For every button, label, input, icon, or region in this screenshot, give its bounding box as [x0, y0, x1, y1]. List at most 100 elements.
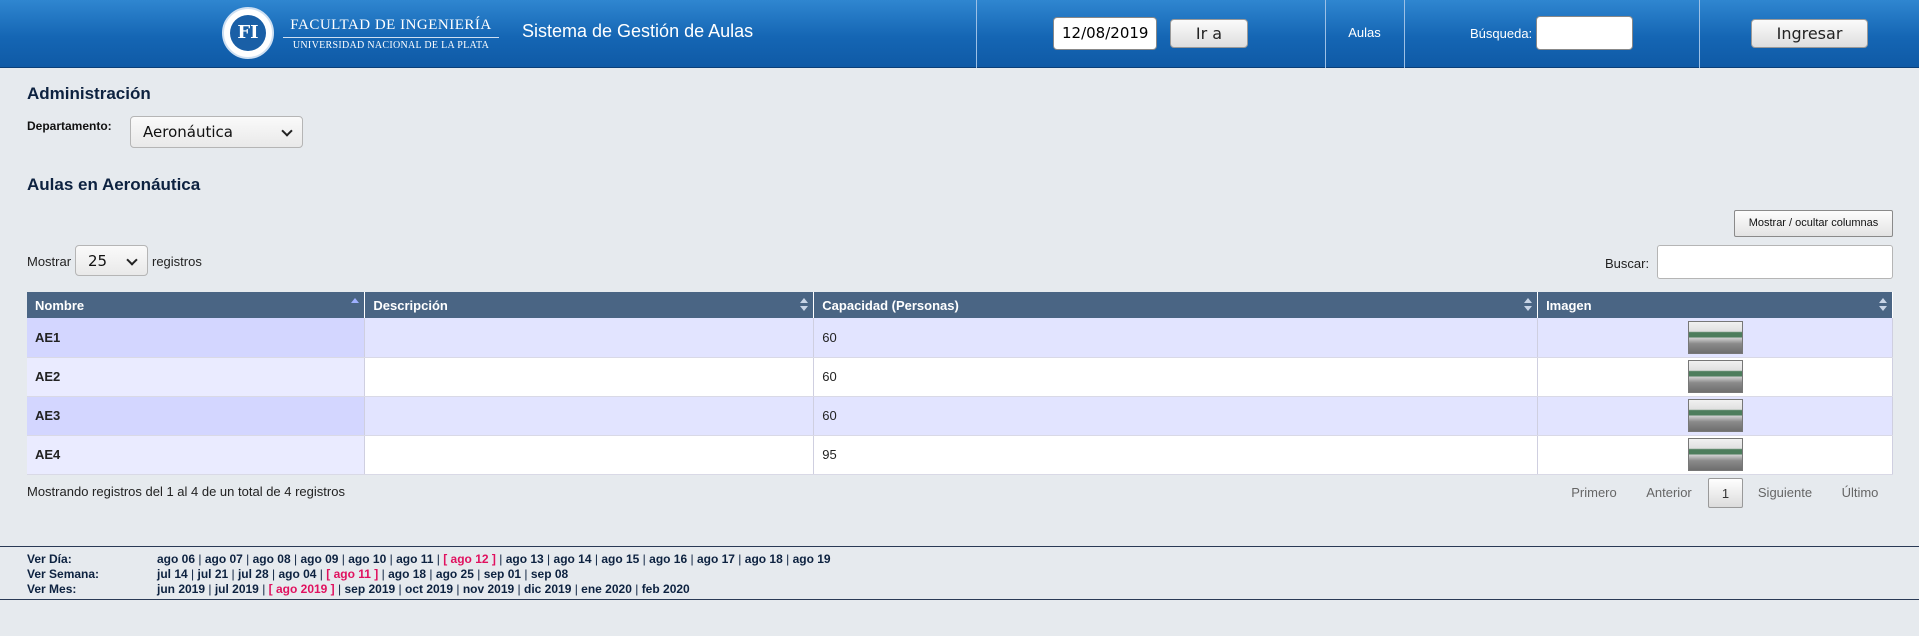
pagination-previous[interactable]: Anterior [1636, 478, 1702, 508]
day-link[interactable]: ago 16 [649, 552, 687, 566]
month-link[interactable]: sep 2019 [344, 582, 395, 596]
view-month-row: Ver Mes: jun 2019 | jul 2019 | [ ago 2019… [27, 582, 690, 596]
day-link[interactable]: ago 09 [300, 552, 338, 566]
day-link[interactable]: ago 11 [396, 552, 433, 566]
department-select[interactable]: Aeronáutica [130, 116, 303, 148]
classroom-thumbnail[interactable] [1687, 360, 1743, 393]
day-link[interactable]: ago 13 [506, 552, 544, 566]
link-separator: | [187, 567, 198, 581]
column-header-name[interactable]: Nombre [27, 292, 366, 318]
view-day-row: Ver Día: ago 06 | ago 07 | ago 08 | ago 0… [27, 552, 831, 566]
link-separator: | [334, 582, 345, 596]
week-link[interactable]: jul 28 [238, 567, 269, 581]
month-link[interactable]: jul 2019 [215, 582, 259, 596]
login-button[interactable]: Ingresar [1751, 19, 1868, 48]
week-link[interactable]: ago 18 [388, 567, 426, 581]
pagination-next[interactable]: Siguiente [1750, 478, 1820, 508]
month-link[interactable]: oct 2019 [405, 582, 453, 596]
records-label: registros [152, 254, 202, 269]
sort-both-icon [1524, 298, 1533, 312]
cell-image [1537, 396, 1893, 436]
header-divider [1404, 0, 1405, 68]
table-row[interactable]: AE3 60 [27, 396, 1893, 436]
nav-aulas-link[interactable]: Aulas [1325, 0, 1404, 68]
day-link[interactable]: ago 08 [253, 552, 291, 566]
day-link[interactable]: ago 06 [157, 552, 195, 566]
week-link[interactable]: [ ago 11 ] [326, 567, 378, 581]
month-link[interactable]: feb 2020 [642, 582, 690, 596]
week-link[interactable]: ago 25 [436, 567, 474, 581]
link-separator: | [543, 552, 554, 566]
link-separator: | [258, 582, 269, 596]
week-link[interactable]: sep 01 [484, 567, 521, 581]
classroom-thumbnail[interactable] [1687, 399, 1743, 432]
table-row[interactable]: AE2 60 [27, 357, 1893, 397]
classroom-thumbnail[interactable] [1687, 438, 1743, 471]
day-link[interactable]: ago 07 [205, 552, 243, 566]
admin-heading: Administración [27, 84, 151, 103]
cell-capacity: 60 [813, 396, 1539, 436]
week-link[interactable]: sep 08 [531, 567, 568, 581]
table-row[interactable]: AE1 60 [27, 318, 1893, 358]
cell-capacity: 60 [813, 357, 1539, 397]
page-length-select[interactable]: 25 [75, 245, 148, 276]
toggle-columns-button[interactable]: Mostrar / ocultar columnas [1734, 210, 1893, 237]
column-header-label: Nombre [35, 297, 85, 313]
day-link[interactable]: ago 15 [601, 552, 639, 566]
column-header-image[interactable]: Imagen [1537, 292, 1893, 318]
link-separator: | [316, 567, 327, 581]
pagination-last[interactable]: Último [1828, 478, 1892, 508]
go-to-date-button[interactable]: Ir a [1170, 19, 1248, 48]
chevron-down-icon [126, 254, 138, 266]
link-separator: | [228, 567, 238, 581]
link-separator: | [591, 552, 602, 566]
month-link[interactable]: dic 2019 [524, 582, 571, 596]
day-link[interactable]: [ ago 12 ] [443, 552, 496, 566]
sort-ascending-icon [351, 298, 360, 312]
month-link[interactable]: nov 2019 [463, 582, 514, 596]
date-input[interactable]: 12/08/2019 [1053, 17, 1157, 50]
pagination-first[interactable]: Primero [1560, 478, 1628, 508]
week-link[interactable]: jul 14 [157, 567, 188, 581]
day-link[interactable]: ago 14 [554, 552, 592, 566]
week-link[interactable]: jul 21 [197, 567, 228, 581]
cell-image [1537, 357, 1893, 397]
header-search-input[interactable] [1536, 16, 1633, 50]
link-separator: | [290, 552, 301, 566]
table-header-row: Nombre Descripción Capacidad (Personas) … [27, 292, 1893, 318]
link-separator: | [195, 552, 205, 566]
cell-name: AE1 [27, 318, 366, 358]
pagination-current-page[interactable]: 1 [1708, 478, 1743, 508]
header-divider [1699, 0, 1700, 68]
month-link[interactable]: jun 2019 [157, 582, 205, 596]
system-title[interactable]: Sistema de Gestión de Aulas [522, 21, 753, 42]
cell-capacity: 95 [813, 435, 1539, 475]
month-link[interactable]: ene 2020 [581, 582, 632, 596]
logo-mark: FI [230, 15, 266, 51]
faculty-logo[interactable]: FI [222, 7, 274, 59]
day-links: ago 06 | ago 07 | ago 08 | ago 09 | ago … [157, 552, 831, 566]
table-search-input[interactable] [1657, 245, 1893, 279]
day-link[interactable]: ago 10 [348, 552, 386, 566]
column-header-capacity[interactable]: Capacidad (Personas) [813, 292, 1539, 318]
month-link[interactable]: [ ago 2019 ] [269, 582, 335, 596]
view-day-label: Ver Día: [27, 552, 72, 566]
link-separator: | [514, 582, 524, 596]
classroom-thumbnail[interactable] [1687, 320, 1743, 354]
day-link[interactable]: ago 19 [793, 552, 831, 566]
link-separator: | [338, 552, 349, 566]
header-divider [976, 0, 977, 68]
sort-both-icon [800, 298, 809, 312]
cell-description [364, 435, 815, 475]
column-header-description[interactable]: Descripción [364, 292, 815, 318]
week-link[interactable]: ago 04 [278, 567, 316, 581]
link-separator: | [205, 582, 215, 596]
day-link[interactable]: ago 17 [697, 552, 735, 566]
link-separator: | [242, 552, 253, 566]
link-separator: | [453, 582, 463, 596]
classrooms-table: Nombre Descripción Capacidad (Personas) … [27, 292, 1893, 475]
day-link[interactable]: ago 18 [745, 552, 783, 566]
cell-name: AE4 [27, 435, 366, 475]
link-separator: | [268, 567, 279, 581]
table-row[interactable]: AE4 95 [27, 435, 1893, 475]
